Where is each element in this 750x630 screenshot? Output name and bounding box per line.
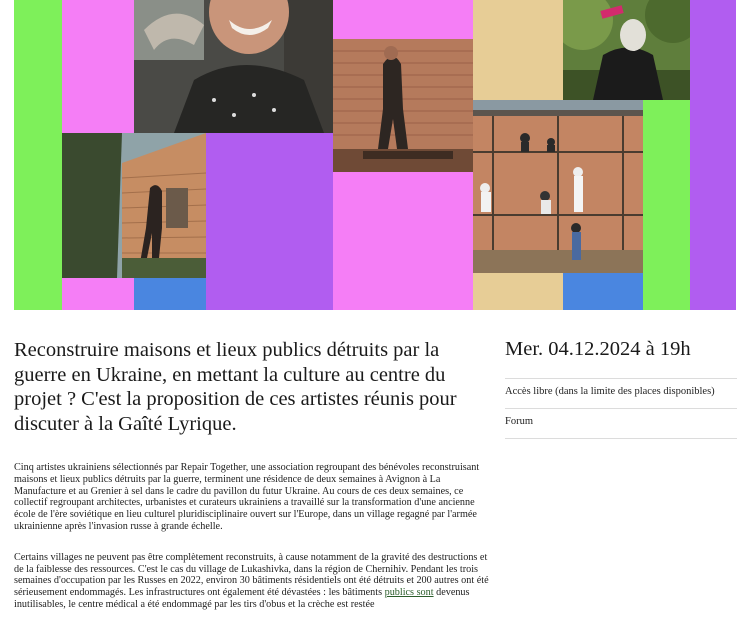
description-paragraph-1: Cinq artistes ukrainiens sélectionnés pa… <box>14 462 480 532</box>
event-lede: Reconstruire maisons et lieux publics dé… <box>14 339 457 435</box>
access-info: Accès libre (dans la limite des places d… <box>505 378 737 408</box>
event-info-panel: Mer. 04.12.2024 à 19h Accès libre (dans … <box>505 336 737 439</box>
woman-painting-wall-photo <box>333 39 473 172</box>
violet-block-mid <box>206 133 333 310</box>
green-block-left <box>14 0 62 310</box>
violet-block-right <box>690 0 736 310</box>
portrait-man-photo <box>134 0 333 133</box>
scaffolding-workers-photo <box>473 100 643 273</box>
event-category[interactable]: Forum <box>505 408 737 439</box>
blue-block-left <box>134 278 206 310</box>
man-on-ladder-photo <box>62 133 206 278</box>
person-drinking-photo <box>563 0 690 100</box>
hero-collage <box>0 0 750 310</box>
description-paragraph-2: Certains villages ne peuvent pas être co… <box>14 552 494 611</box>
blue-block-right <box>563 273 643 310</box>
inline-link[interactable]: publics sont <box>385 587 434 598</box>
event-date: Mer. 04.12.2024 à 19h <box>505 338 691 360</box>
green-block-right <box>643 100 690 310</box>
event-description: Cinq artistes ukrainiens sélectionnés pa… <box>14 462 494 630</box>
